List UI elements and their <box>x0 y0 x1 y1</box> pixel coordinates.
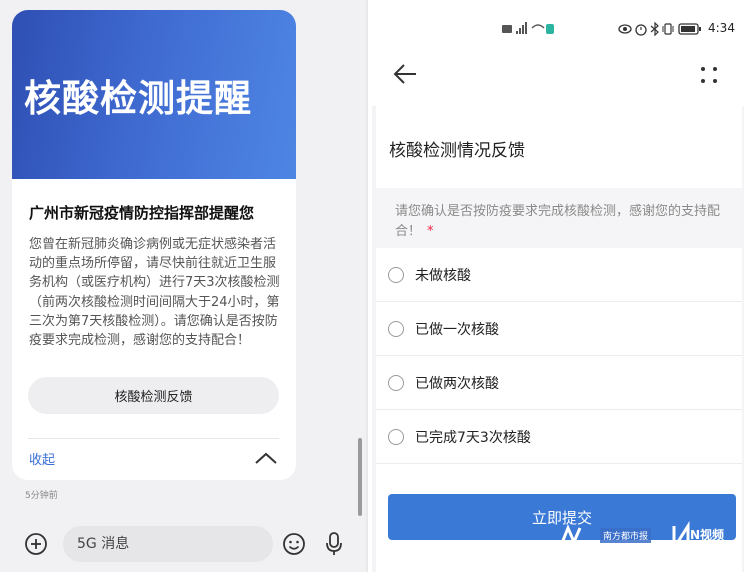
option-label: 已完成7天3次核酸 <box>415 430 531 446</box>
option-not-tested[interactable]: 未做核酸 <box>376 248 742 302</box>
option-label: 已做一次核酸 <box>415 322 499 338</box>
more-icon[interactable] <box>698 64 720 86</box>
form-card: 核酸检测情况反馈 请您确认是否按防疫要求完成核酸检测，感谢您的支持配合！ * 未做… <box>376 106 742 572</box>
eye-icon <box>618 24 632 34</box>
message-timestamp: 5分钟前 <box>25 491 58 501</box>
microphone-icon[interactable] <box>324 531 344 557</box>
emoji-icon[interactable] <box>282 532 306 556</box>
alarm-icon <box>635 24 647 36</box>
status-clock: 4:34 <box>708 21 735 35</box>
message-thread-pane: 核酸检测提醒 广州市新冠疫情防控指挥部提醒您 您曾在新冠肺炎确诊病例或无症状感染… <box>0 0 366 572</box>
message-input[interactable] <box>63 526 273 562</box>
radio-button[interactable] <box>388 429 404 445</box>
collapse-link[interactable]: 收起 <box>29 449 55 468</box>
option-tested-once[interactable]: 已做一次核酸 <box>376 302 742 356</box>
question-label: 请您确认是否按防疫要求完成核酸检测，感谢您的支持配合！ <box>395 204 721 239</box>
compose-bar <box>0 516 366 572</box>
chevron-up-icon[interactable] <box>252 450 280 466</box>
option-label: 未做核酸 <box>415 268 471 284</box>
battery-icon <box>678 23 701 35</box>
status-bar: 4:34 <box>368 14 744 42</box>
radio-button[interactable] <box>388 375 404 391</box>
feedback-form-screen: 4:34 核酸检测情况反馈 请您确认是否按防疫要求完成核酸检测，感谢您的支持配合… <box>366 0 744 572</box>
back-arrow-icon[interactable] <box>392 62 418 86</box>
radio-button[interactable] <box>388 267 404 283</box>
card-heading: 广州市新冠疫情防控指挥部提醒您 <box>29 204 255 222</box>
question-box: 请您确认是否按防疫要求完成核酸检测，感谢您的支持配合！ * <box>376 188 742 248</box>
option-completed-three-tests[interactable]: 已完成7天3次核酸 <box>376 410 742 464</box>
reminder-banner: 核酸检测提醒 <box>12 10 296 179</box>
form-title: 核酸检测情况反馈 <box>389 141 525 161</box>
form-area: 核酸检测情况反馈 请您确认是否按防疫要求完成核酸检测，感谢您的支持配合！ * 未做… <box>372 106 744 572</box>
question-text: 请您确认是否按防疫要求完成核酸检测，感谢您的支持配合！ * <box>395 202 735 242</box>
banner-title: 核酸检测提醒 <box>24 77 252 120</box>
option-tested-twice[interactable]: 已做两次核酸 <box>376 356 742 410</box>
scrollbar[interactable] <box>358 438 362 516</box>
signal-icon <box>502 22 554 34</box>
card-body-text: 您曾在新冠肺炎确诊病例或无症状感染者活动的重点场所停留，请尽快前往就近卫生服务机… <box>29 237 280 349</box>
reminder-message-card: 核酸检测提醒 广州市新冠疫情防控指挥部提醒您 您曾在新冠肺炎确诊病例或无症状感染… <box>12 10 296 480</box>
option-label: 已做两次核酸 <box>415 376 499 392</box>
radio-button[interactable] <box>388 321 404 337</box>
add-icon[interactable] <box>24 532 48 556</box>
nucleic-test-feedback-button[interactable]: 核酸检测反馈 <box>28 377 279 414</box>
watermark-text-newspaper: 南方都市报 <box>600 528 652 543</box>
bluetooth-icon <box>650 22 659 36</box>
watermark-text-video: N视频 <box>690 528 725 542</box>
card-divider <box>28 438 279 439</box>
vibrate-icon <box>662 23 674 35</box>
required-mark: * <box>427 224 434 239</box>
